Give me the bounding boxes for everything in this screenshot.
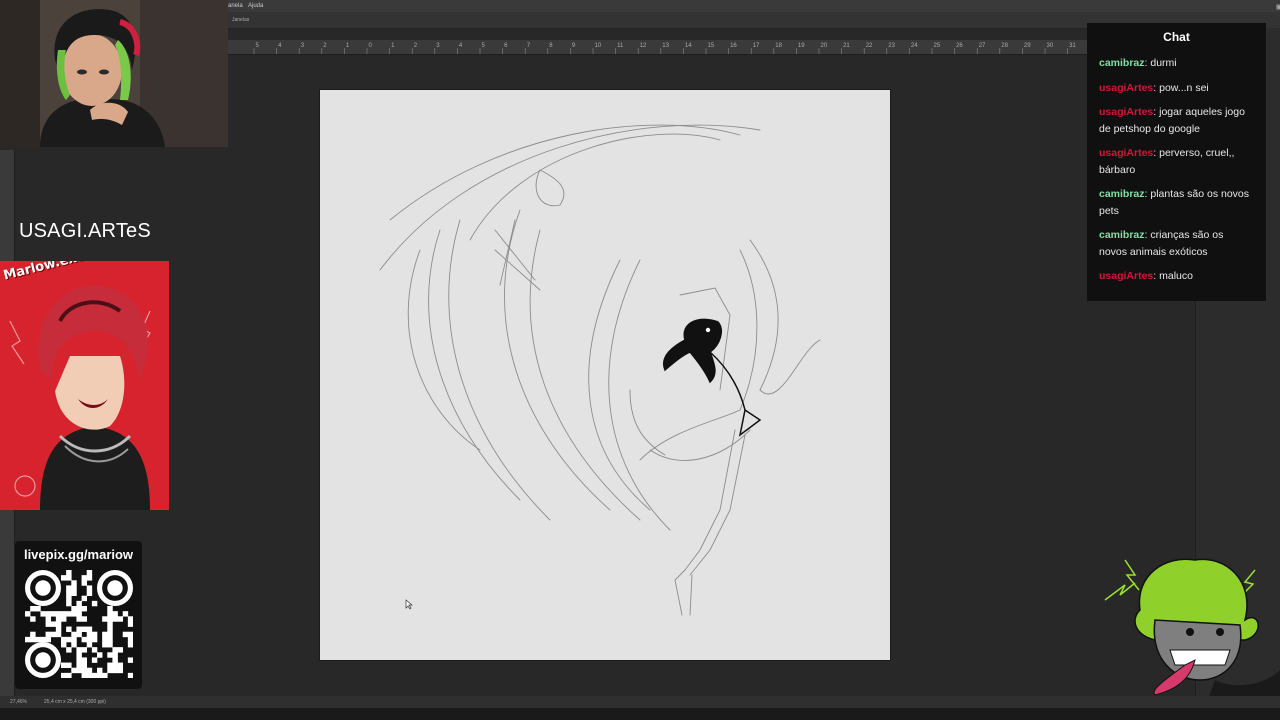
- ruler-tick-label: 28: [1001, 43, 1008, 49]
- ruler-tick-label: 8: [549, 43, 553, 49]
- ruler-tick-label: 5: [482, 43, 486, 49]
- ruler-tick-label: 22: [866, 43, 873, 49]
- ruler-tick-label: 13: [662, 43, 669, 49]
- ruler-tick-label: 27: [979, 43, 986, 49]
- donation-card[interactable]: livepix.gg/mariow: [15, 541, 142, 689]
- bottom-strip: [0, 708, 1280, 720]
- chat-username: usagiArtes: [1099, 106, 1154, 118]
- chat-text: maluco: [1159, 270, 1193, 282]
- chat-message: camibraz: durmi: [1099, 57, 1177, 69]
- ruler-tick-label: 26: [956, 43, 963, 49]
- ruler-tick-label: 25: [934, 43, 941, 49]
- ruler-tick-label: 4: [278, 43, 282, 49]
- ruler-tick-label: 2: [323, 43, 327, 49]
- options-label[interactable]: Janelas: [232, 17, 249, 23]
- menu-item-janela[interactable]: anela: [228, 3, 243, 9]
- chat-message: camibraz: crianças são os novos animais …: [1099, 229, 1224, 258]
- ruler-tick-label: 7: [527, 43, 531, 49]
- chat-title: Chat: [1163, 30, 1190, 44]
- ruler-tick-label: 16: [730, 43, 737, 49]
- ruler-tick-label: 6: [504, 43, 508, 49]
- zoom-level[interactable]: 27,46%: [10, 699, 27, 705]
- menu-item-ajuda[interactable]: Ajuda: [248, 3, 263, 9]
- ruler-tick-label: 20: [821, 43, 828, 49]
- chat-username: usagiArtes: [1099, 270, 1154, 282]
- chat-message: usagiArtes: maluco: [1099, 270, 1193, 282]
- ruler-tick-label: 5: [256, 43, 260, 49]
- ruler-tick-label: 14: [685, 43, 692, 49]
- ruler-tick-label: 4: [459, 43, 463, 49]
- ruler-tick-label: 30: [1047, 43, 1054, 49]
- ruler-tick-label: 2: [414, 43, 418, 49]
- ruler-tick-label: 29: [1024, 43, 1031, 49]
- menu-bar: anela Ajuda — ▣ ✕: [228, 0, 1280, 12]
- ruler-tick-label: 17: [753, 43, 760, 49]
- mascot-illustration: [1095, 540, 1280, 708]
- ruler-tick-label: 12: [640, 43, 647, 49]
- chat-username: camibraz: [1099, 188, 1145, 200]
- chat-username: usagiArtes: [1099, 81, 1154, 94]
- channel-name: USAGI.ARTeS: [19, 220, 151, 242]
- ruler-tick-label: 18: [775, 43, 782, 49]
- chat-message: camibraz: plantas são os novos pets: [1099, 188, 1250, 217]
- ruler-tick-label: 9: [572, 43, 576, 49]
- chat-text: pow...n sei: [1159, 81, 1209, 94]
- arrow-pointer-icon: [405, 597, 413, 615]
- chat-message: usagiArtes: pow...n sei: [1099, 81, 1209, 94]
- status-bar: 27,46% 25,4 cm x 25,4 cm (300 ppi): [0, 696, 1280, 708]
- chat-panel: Chat camibraz: durmi usagiArtes: pow...n…: [1087, 23, 1266, 301]
- donation-url[interactable]: livepix.gg/mariow: [15, 547, 142, 562]
- ruler-tick-label: 23: [888, 43, 895, 49]
- ruler-tick-label: 1: [391, 43, 395, 49]
- chat-username: usagiArtes: [1099, 147, 1154, 159]
- ruler-tick-label: 15: [708, 43, 715, 49]
- document-size: 25,4 cm x 25,4 cm (300 ppi): [44, 699, 106, 705]
- horizontal-ruler: 5 4 3 2 1 0 1 2 3 4 5 6 7 8 9 10 11 12 13 14 15 16 17 18 19 20 21 2…: [228, 40, 1122, 55]
- drawing-canvas[interactable]: [320, 90, 890, 660]
- chat-username: camibraz: [1099, 229, 1145, 241]
- ruler-tick-label: 1: [346, 43, 350, 49]
- chat-text: durmi: [1150, 57, 1177, 69]
- close-icon[interactable]: ✕: [1276, 3, 1280, 11]
- chat-message: usagiArtes: perverso, cruel,, bárbaro: [1099, 147, 1235, 176]
- ruler-tick-label: 24: [911, 43, 918, 49]
- ruler-tick-label: 3: [436, 43, 440, 49]
- chat-username: camibraz: [1099, 57, 1145, 69]
- ruler-tick-label: 19: [798, 43, 805, 49]
- ruler-tick-label: 10: [595, 43, 602, 49]
- qr-code-icon[interactable]: [25, 570, 133, 678]
- ruler-tick-label: 3: [301, 43, 305, 49]
- ruler-tick-label: 21: [843, 43, 850, 49]
- webcam-feed: [0, 0, 228, 147]
- ruler-tick-label: 11: [617, 43, 624, 49]
- sketch-artwork: [379, 124, 821, 616]
- chat-messages: camibraz: durmi usagiArtes: pow...n sei …: [1087, 51, 1266, 285]
- chat-message: usagiArtes: jogar aqueles jogo de petsho…: [1099, 106, 1245, 135]
- ruler-tick-label: 0: [369, 43, 373, 49]
- streamer-banner: Marlow.exe: [0, 261, 169, 510]
- ruler-tick-label: 31: [1069, 43, 1076, 49]
